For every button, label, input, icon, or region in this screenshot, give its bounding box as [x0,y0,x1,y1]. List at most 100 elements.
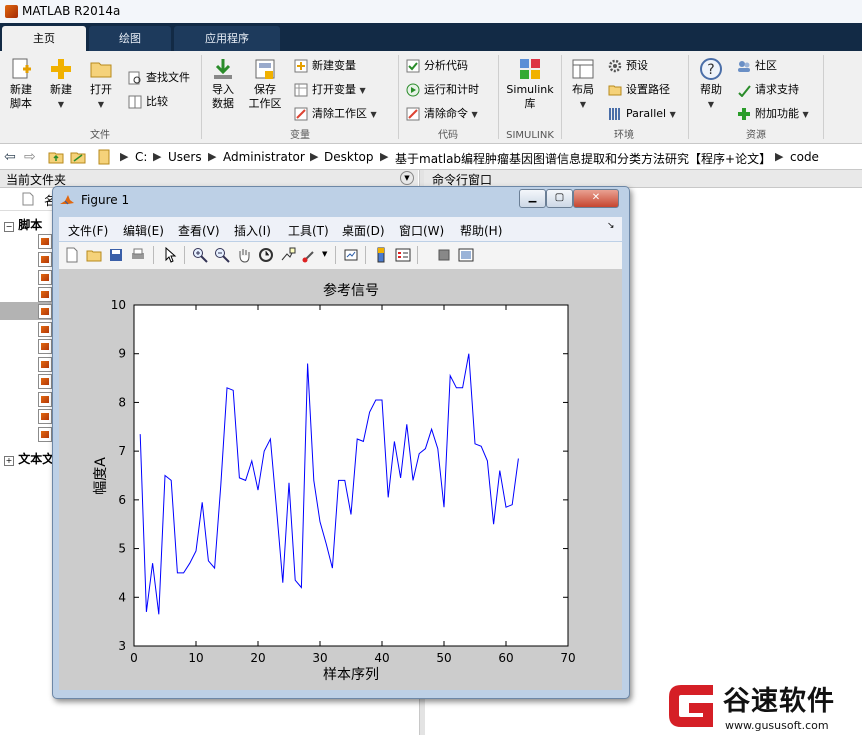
link-plot-icon[interactable] [343,247,359,263]
data-cursor-icon[interactable] [280,247,296,263]
compare-label: 比较 [146,95,168,108]
m-file-icon[interactable] [38,287,52,302]
breadcrumb-desktop[interactable]: Desktop [324,150,374,164]
text-files-group[interactable]: + 文本文 [4,450,54,467]
new-variable-button[interactable]: 新建变量 [294,57,356,75]
group-separator [398,55,399,139]
preferences-button[interactable]: 预设 [608,57,648,75]
open-file-icon[interactable] [86,247,102,263]
menu-edit[interactable]: 编辑(E) [123,222,164,239]
breadcrumb-code[interactable]: code [790,150,819,164]
breadcrumb-c[interactable]: C: [135,150,147,164]
menu-window[interactable]: 窗口(W) [399,222,444,239]
dock-arrow-icon[interactable]: ↘ [607,221,615,231]
minimize-button[interactable]: ▁ [519,189,546,208]
x-tick-label: 0 [130,651,138,665]
breadcrumb-project-folder[interactable]: 基于matlab编程肿瘤基因图谱信息提取和分类方法研究【程序+论文】 [395,150,771,167]
community-button[interactable]: 社区 [737,57,777,75]
m-file-icon[interactable] [38,270,52,285]
tab-plots[interactable]: 绘图 [89,26,171,51]
menu-help[interactable]: 帮助(H) [460,222,502,239]
x-tick-label: 40 [374,651,389,665]
layout-label: 布局 [572,83,594,96]
group-separator [498,55,499,139]
pan-hand-icon[interactable] [236,247,252,263]
m-file-icon[interactable] [38,252,52,267]
resources-group-label: 资源 [746,130,766,141]
maximize-button[interactable]: ▢ [546,189,573,208]
brush-dropdown-icon[interactable]: ▼ [322,250,327,258]
legend-icon[interactable] [395,247,411,263]
zoom-out-icon[interactable] [214,247,230,263]
colorbar-icon[interactable] [373,247,389,263]
up-folder-icon[interactable] [48,149,64,165]
browse-folder-icon[interactable] [70,149,86,165]
new-script-button[interactable]: 新建 脚本 [4,57,38,111]
layout-button[interactable]: 布局 ▼ [566,57,600,112]
import-data-button[interactable]: 导入 数据 [206,57,240,111]
open-variable-button[interactable]: 打开变量 ▼ [294,81,366,99]
figure-window[interactable]: Figure 1 ▁ ▢ ✕ 文件(F) 编辑(E) 查看(V) 插入(I) 工… [52,186,630,699]
menu-insert[interactable]: 插入(I) [234,222,271,239]
breadcrumb-users[interactable]: Users [168,150,202,164]
text-files-group-label: 文本文 [18,452,55,466]
ribbon: 新建 脚本 新建 ▼ 打开 ▼ 查找文件 比较 文件 导入 数据 保存 工作区 新建… [0,51,862,144]
brush-icon[interactable] [302,247,318,263]
m-file-icon[interactable] [38,374,52,389]
new-figure-icon[interactable] [64,247,80,263]
rotate-3d-icon[interactable] [258,247,274,263]
menu-view[interactable]: 查看(V) [178,222,220,239]
menu-tools[interactable]: 工具(T) [288,222,329,239]
close-button[interactable]: ✕ [573,189,619,208]
parallel-button[interactable]: Parallel ▼ [608,105,676,123]
menu-file[interactable]: 文件(F) [68,222,108,239]
scripts-group[interactable]: − 脚本 [4,216,42,233]
analyze-code-button[interactable]: 分析代码 [406,57,468,75]
set-path-button[interactable]: 设置路径 [608,81,670,99]
new-button[interactable]: 新建 ▼ [44,57,78,112]
clear-workspace-icon [294,107,308,121]
save-icon[interactable] [108,247,124,263]
figure-title: Figure 1 [81,193,130,207]
show-plot-tools-icon[interactable] [458,247,474,263]
m-file-icon[interactable] [38,409,52,424]
m-file-icon[interactable] [38,392,52,407]
simulink-library-button[interactable]: Simulink 库 [502,57,558,111]
m-file-icon[interactable] [38,339,52,354]
compare-button[interactable]: 比较 [128,93,168,111]
run-and-time-button[interactable]: 运行和计时 [406,81,479,99]
help-button[interactable]: ? 帮助 ▼ [694,57,728,112]
matlab-logo-icon [5,5,18,18]
zoom-in-icon[interactable] [192,247,208,263]
clear-workspace-button[interactable]: 清除工作区 ▼ [294,105,377,123]
expand-icon[interactable]: + [4,456,14,466]
find-files-button[interactable]: 查找文件 [128,69,190,87]
m-file-icon[interactable] [38,357,52,372]
simulink-icon [520,59,540,79]
collapse-icon[interactable]: − [4,222,14,232]
m-file-icon[interactable] [38,427,52,442]
m-file-icon[interactable] [38,304,52,319]
chevron-down-icon: ▼ [579,100,587,109]
request-support-button[interactable]: 请求支持 [737,81,799,99]
forward-arrow-icon[interactable]: ⇨ [24,149,36,165]
folder-icon [608,85,622,96]
figure-menu-bar: 文件(F) 编辑(E) 查看(V) 插入(I) 工具(T) 桌面(D) 窗口(W… [59,217,622,241]
panel-menu-icon[interactable]: ▼ [400,171,414,185]
print-icon[interactable] [130,247,146,263]
pointer-icon[interactable] [162,247,178,263]
new-label: 新建 [50,83,72,96]
breadcrumb-administrator[interactable]: Administrator [223,150,305,164]
m-file-icon[interactable] [38,234,52,249]
back-arrow-icon[interactable]: ⇦ [4,149,16,165]
clear-commands-button[interactable]: 清除命令 ▼ [406,105,478,123]
tab-home[interactable]: 主页 [2,26,86,51]
m-file-icon[interactable] [38,322,52,337]
import-icon [214,59,232,79]
menu-desktop[interactable]: 桌面(D) [342,222,385,239]
save-workspace-button[interactable]: 保存 工作区 [246,57,284,111]
tab-apps[interactable]: 应用程序 [174,26,280,51]
open-button[interactable]: 打开 ▼ [84,57,118,112]
addons-button[interactable]: 附加功能 ▼ [737,105,809,123]
hide-plot-tools-icon[interactable] [436,247,452,263]
